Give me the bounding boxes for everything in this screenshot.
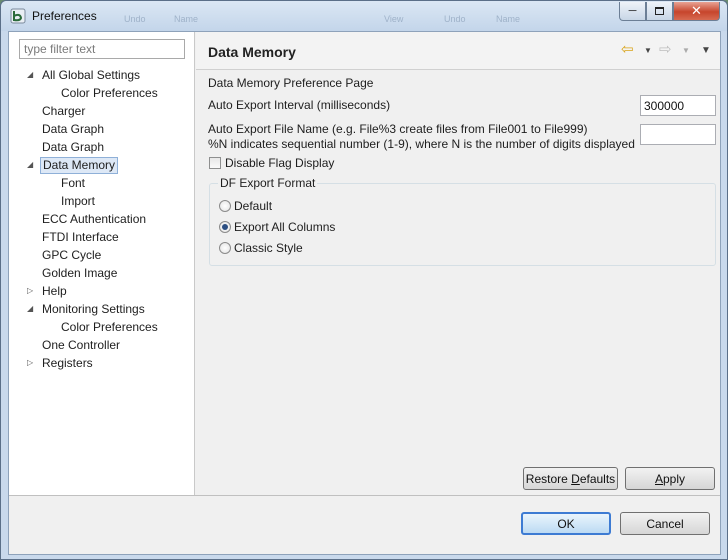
restore-defaults-button[interactable]: Restore Defaults xyxy=(523,467,618,490)
disable-flag-checkbox[interactable] xyxy=(209,157,221,169)
ok-button[interactable]: OK xyxy=(521,512,611,535)
page-title: Data Memory xyxy=(208,44,296,60)
tree-item[interactable]: Color Preferences xyxy=(59,319,160,336)
close-icon: ✕ xyxy=(691,3,702,18)
preferences-window: Preferences Undo Name View Undo Name ─ ✕… xyxy=(0,0,728,560)
maximize-icon xyxy=(655,7,664,15)
footer-separator xyxy=(9,495,720,496)
radio-default[interactable] xyxy=(219,200,231,212)
preference-page: Data Memory ⇦ ▼ ⇨ ▼ ▼ Data Memory Prefer… xyxy=(196,32,720,495)
page-description: Data Memory Preference Page xyxy=(208,76,374,90)
tree-item[interactable]: Font xyxy=(59,175,87,192)
auto-export-file-label: Auto Export File Name (e.g. File%3 creat… xyxy=(208,122,588,136)
auto-export-interval-label: Auto Export Interval (milliseconds) xyxy=(208,98,391,112)
tree-item[interactable]: Data Graph xyxy=(40,121,106,138)
window-title: Preferences xyxy=(32,9,97,23)
view-menu-icon[interactable]: ▼ xyxy=(701,45,711,56)
ghost-label: Undo xyxy=(444,14,466,24)
tree-item[interactable]: All Global Settings xyxy=(40,67,142,84)
collapse-triangle-icon[interactable]: ◢ xyxy=(27,161,35,169)
tree-item[interactable]: Golden Image xyxy=(40,265,119,282)
minimize-button[interactable]: ─ xyxy=(619,2,646,21)
radio-export-all-columns[interactable] xyxy=(219,221,231,233)
back-arrow-icon[interactable]: ⇦ xyxy=(621,42,634,58)
auto-export-file-hint: %N indicates sequential number (1-9), wh… xyxy=(208,137,635,151)
tree-item[interactable]: Help xyxy=(40,283,69,300)
expand-triangle-icon[interactable]: ▷ xyxy=(27,287,35,295)
expand-triangle-icon[interactable]: ▷ xyxy=(27,359,35,367)
auto-export-file-input[interactable] xyxy=(640,124,716,145)
auto-export-interval-input[interactable] xyxy=(640,95,716,116)
ghost-label: Name xyxy=(174,14,199,24)
preference-tree-pane: ◢All Global SettingsColor PreferencesCha… xyxy=(9,32,195,495)
tree-item[interactable]: ECC Authentication xyxy=(40,211,148,228)
tree-item[interactable]: Monitoring Settings xyxy=(40,301,147,318)
cancel-button[interactable]: Cancel xyxy=(620,512,710,535)
collapse-triangle-icon[interactable]: ◢ xyxy=(27,305,35,313)
minimize-icon: ─ xyxy=(628,5,637,17)
tree-item[interactable]: Import xyxy=(59,193,97,210)
back-dropdown-icon[interactable]: ▼ xyxy=(644,46,652,55)
page-header: Data Memory ⇦ ▼ ⇨ ▼ ▼ xyxy=(196,32,720,70)
tree-item[interactable]: GPC Cycle xyxy=(40,247,103,264)
tree-item[interactable]: Registers xyxy=(40,355,95,372)
radio-classic-style[interactable] xyxy=(219,242,231,254)
close-button[interactable]: ✕ xyxy=(673,2,720,21)
radio-default-label[interactable]: Default xyxy=(234,199,272,213)
ghost-label: View xyxy=(384,14,404,24)
radio-classic-style-label[interactable]: Classic Style xyxy=(234,241,303,255)
df-export-format-title: DF Export Format xyxy=(218,176,318,190)
disable-flag-label[interactable]: Disable Flag Display xyxy=(225,156,334,170)
tree-item[interactable]: FTDI Interface xyxy=(40,229,121,246)
title-bar[interactable]: Preferences Undo Name View Undo Name ─ ✕ xyxy=(1,1,727,31)
radio-export-all-columns-label[interactable]: Export All Columns xyxy=(234,220,335,234)
df-export-format-group: DF Export Format Default Export All Colu… xyxy=(209,176,716,266)
collapse-triangle-icon[interactable]: ◢ xyxy=(27,71,35,79)
restore-defaults-label: Restore Defaults xyxy=(525,471,616,486)
tree-item[interactable]: Data Memory xyxy=(40,157,119,174)
dialog-client-area: ◢All Global SettingsColor PreferencesCha… xyxy=(8,31,721,555)
forward-dropdown-icon[interactable]: ▼ xyxy=(682,46,690,55)
ghost-label: Undo xyxy=(124,14,146,24)
app-logo-icon xyxy=(10,8,26,24)
apply-button[interactable]: Apply xyxy=(625,467,715,490)
tree-item[interactable]: Data Graph xyxy=(40,139,106,156)
maximize-button[interactable] xyxy=(646,2,673,21)
tree-item[interactable]: Charger xyxy=(40,103,87,120)
ghost-label: Name xyxy=(496,14,521,24)
tree-item[interactable]: One Controller xyxy=(40,337,122,354)
forward-arrow-icon[interactable]: ⇨ xyxy=(659,42,672,58)
apply-label: Apply xyxy=(654,471,686,486)
tree-item[interactable]: Color Preferences xyxy=(59,85,160,102)
filter-input[interactable] xyxy=(19,39,185,59)
